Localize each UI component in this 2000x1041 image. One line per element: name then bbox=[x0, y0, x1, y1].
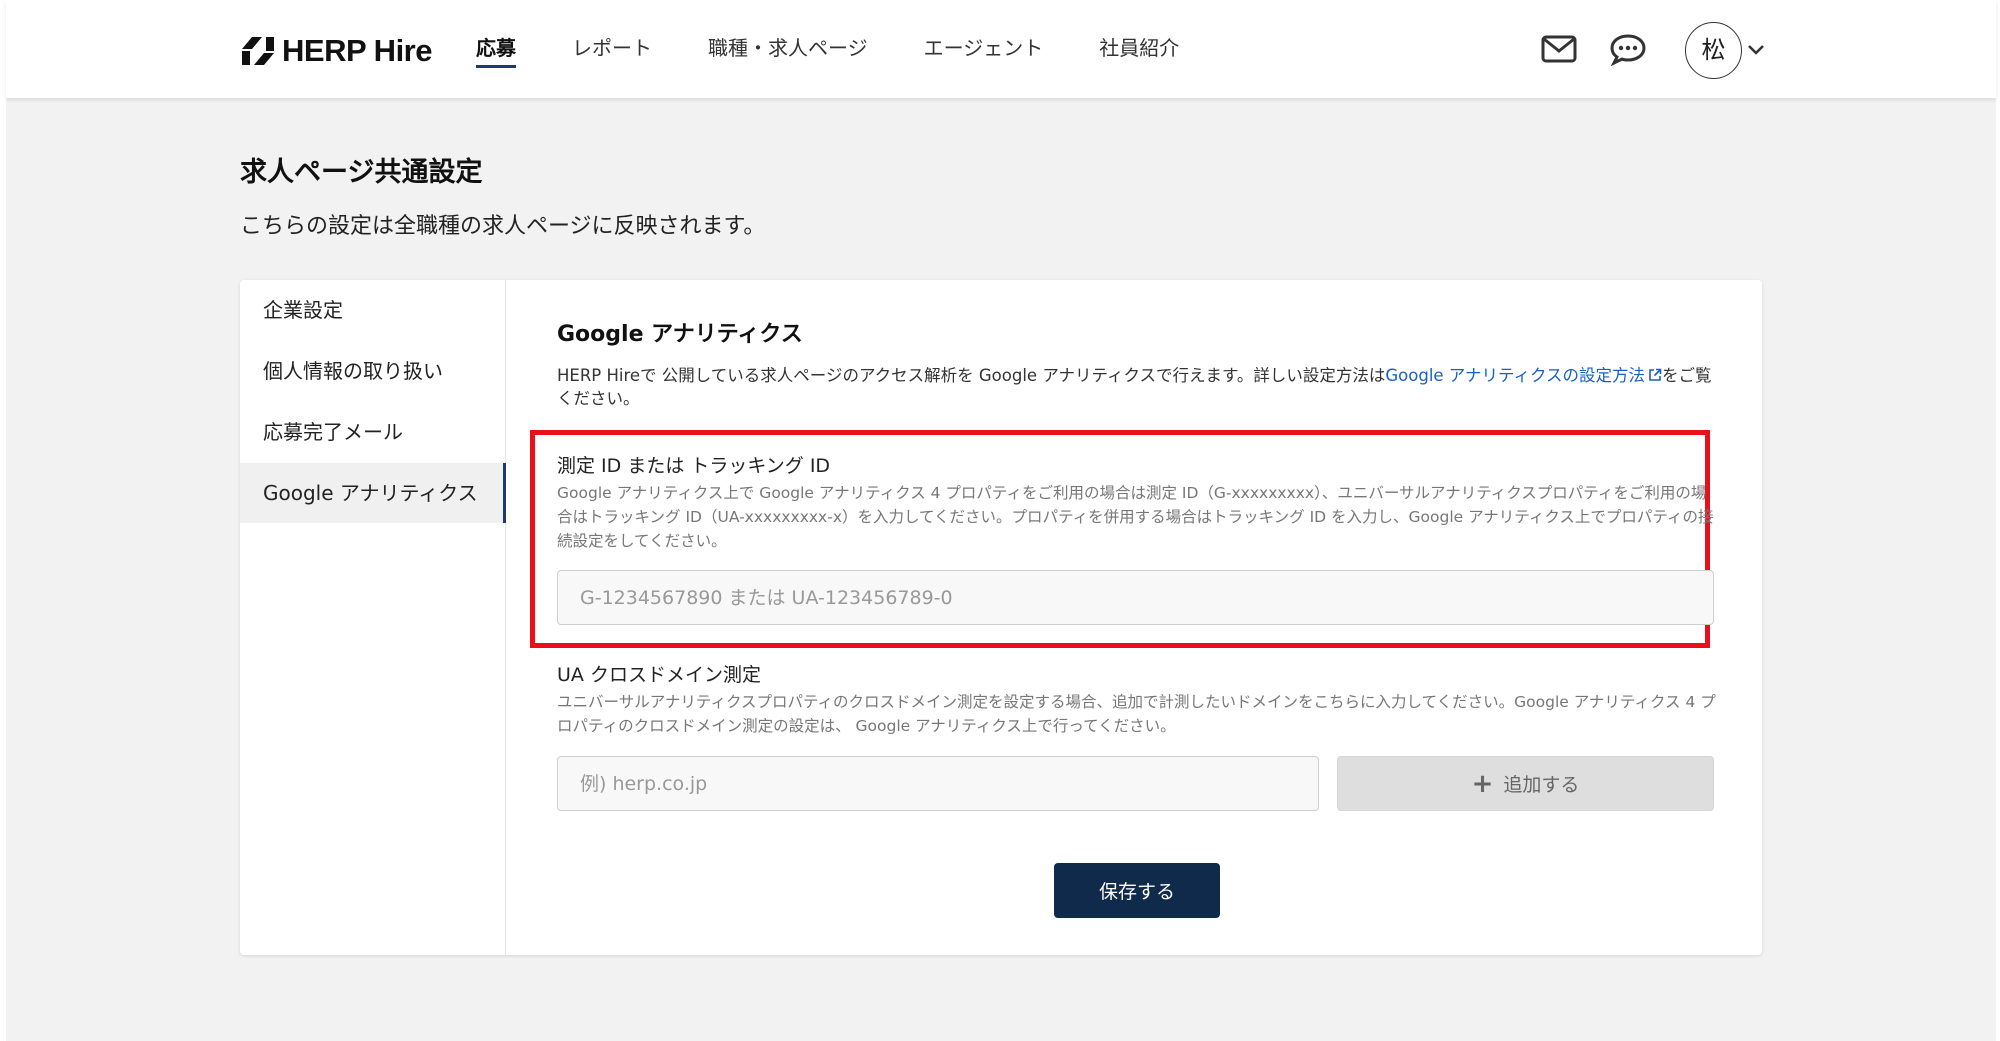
logo-text: HERP Hire bbox=[282, 33, 433, 68]
chevron-down-icon[interactable] bbox=[1746, 40, 1766, 60]
cross-domain-input[interactable] bbox=[557, 756, 1319, 811]
nav-item-reports[interactable]: レポート bbox=[572, 30, 652, 66]
nav-item-agents[interactable]: エージェント bbox=[924, 30, 1044, 66]
top-header: HERP Hire 応募 レポート 職種・求人ページ エージェント 社員紹介 松 bbox=[6, 0, 1996, 98]
tracking-id-label: 測定 ID または トラッキング ID bbox=[557, 455, 831, 477]
herp-hire-logo[interactable]: HERP Hire bbox=[240, 30, 433, 72]
sidebar-item-company[interactable]: 企業設定 bbox=[240, 280, 506, 340]
plus-icon: + bbox=[1471, 768, 1494, 799]
save-button[interactable]: 保存する bbox=[1054, 863, 1220, 918]
avatar[interactable]: 松 bbox=[1685, 22, 1742, 79]
settings-sidebar: 企業設定 個人情報の取り扱い 応募完了メール Google アナリティクス bbox=[240, 280, 506, 955]
main-nav: 応募 レポート 職種・求人ページ エージェント 社員紹介 bbox=[476, 30, 1235, 68]
add-domain-button[interactable]: + 追加する bbox=[1337, 756, 1714, 811]
page-subtitle: こちらの設定は全職種の求人ページに反映されます。 bbox=[240, 214, 766, 239]
description-text: HERP Hireで 公開している求人ページのアクセス解析を Google アナ… bbox=[557, 366, 1386, 385]
mail-icon[interactable] bbox=[1540, 32, 1578, 66]
sidebar-item-completion-mail[interactable]: 応募完了メール bbox=[240, 402, 506, 462]
settings-guide-link[interactable]: Google アナリティクスの設定方法 bbox=[1385, 366, 1662, 385]
nav-item-jobs[interactable]: 職種・求人ページ bbox=[708, 30, 868, 66]
sidebar-item-google-analytics[interactable]: Google アナリティクス bbox=[240, 463, 506, 523]
nav-item-referrals[interactable]: 社員紹介 bbox=[1099, 30, 1179, 66]
tracking-id-input[interactable] bbox=[557, 570, 1714, 625]
chat-icon[interactable] bbox=[1609, 32, 1647, 66]
cross-domain-help: ユニバーサルアナリティクスプロパティのクロスドメイン測定を設定する場合、追加で計… bbox=[557, 693, 1716, 735]
section-title: Google アナリティクス bbox=[557, 322, 803, 347]
nav-item-applications[interactable]: 応募 bbox=[476, 30, 516, 68]
herp-logo-icon bbox=[242, 37, 274, 65]
page-title: 求人ページ共通設定 bbox=[240, 157, 483, 188]
tracking-id-help: Google アナリティクス上で Google アナリティクス 4 プロパティを… bbox=[557, 484, 1714, 550]
section-description: HERP Hireで 公開している求人ページのアクセス解析を Google アナ… bbox=[557, 364, 1717, 410]
external-link-icon bbox=[1649, 368, 1662, 381]
add-domain-label: 追加する bbox=[1503, 774, 1580, 796]
cross-domain-label: UA クロスドメイン測定 bbox=[557, 664, 761, 686]
sidebar-item-privacy[interactable]: 個人情報の取り扱い bbox=[240, 341, 506, 401]
settings-card: 企業設定 個人情報の取り扱い 応募完了メール Google アナリティクス Go… bbox=[240, 280, 1762, 955]
